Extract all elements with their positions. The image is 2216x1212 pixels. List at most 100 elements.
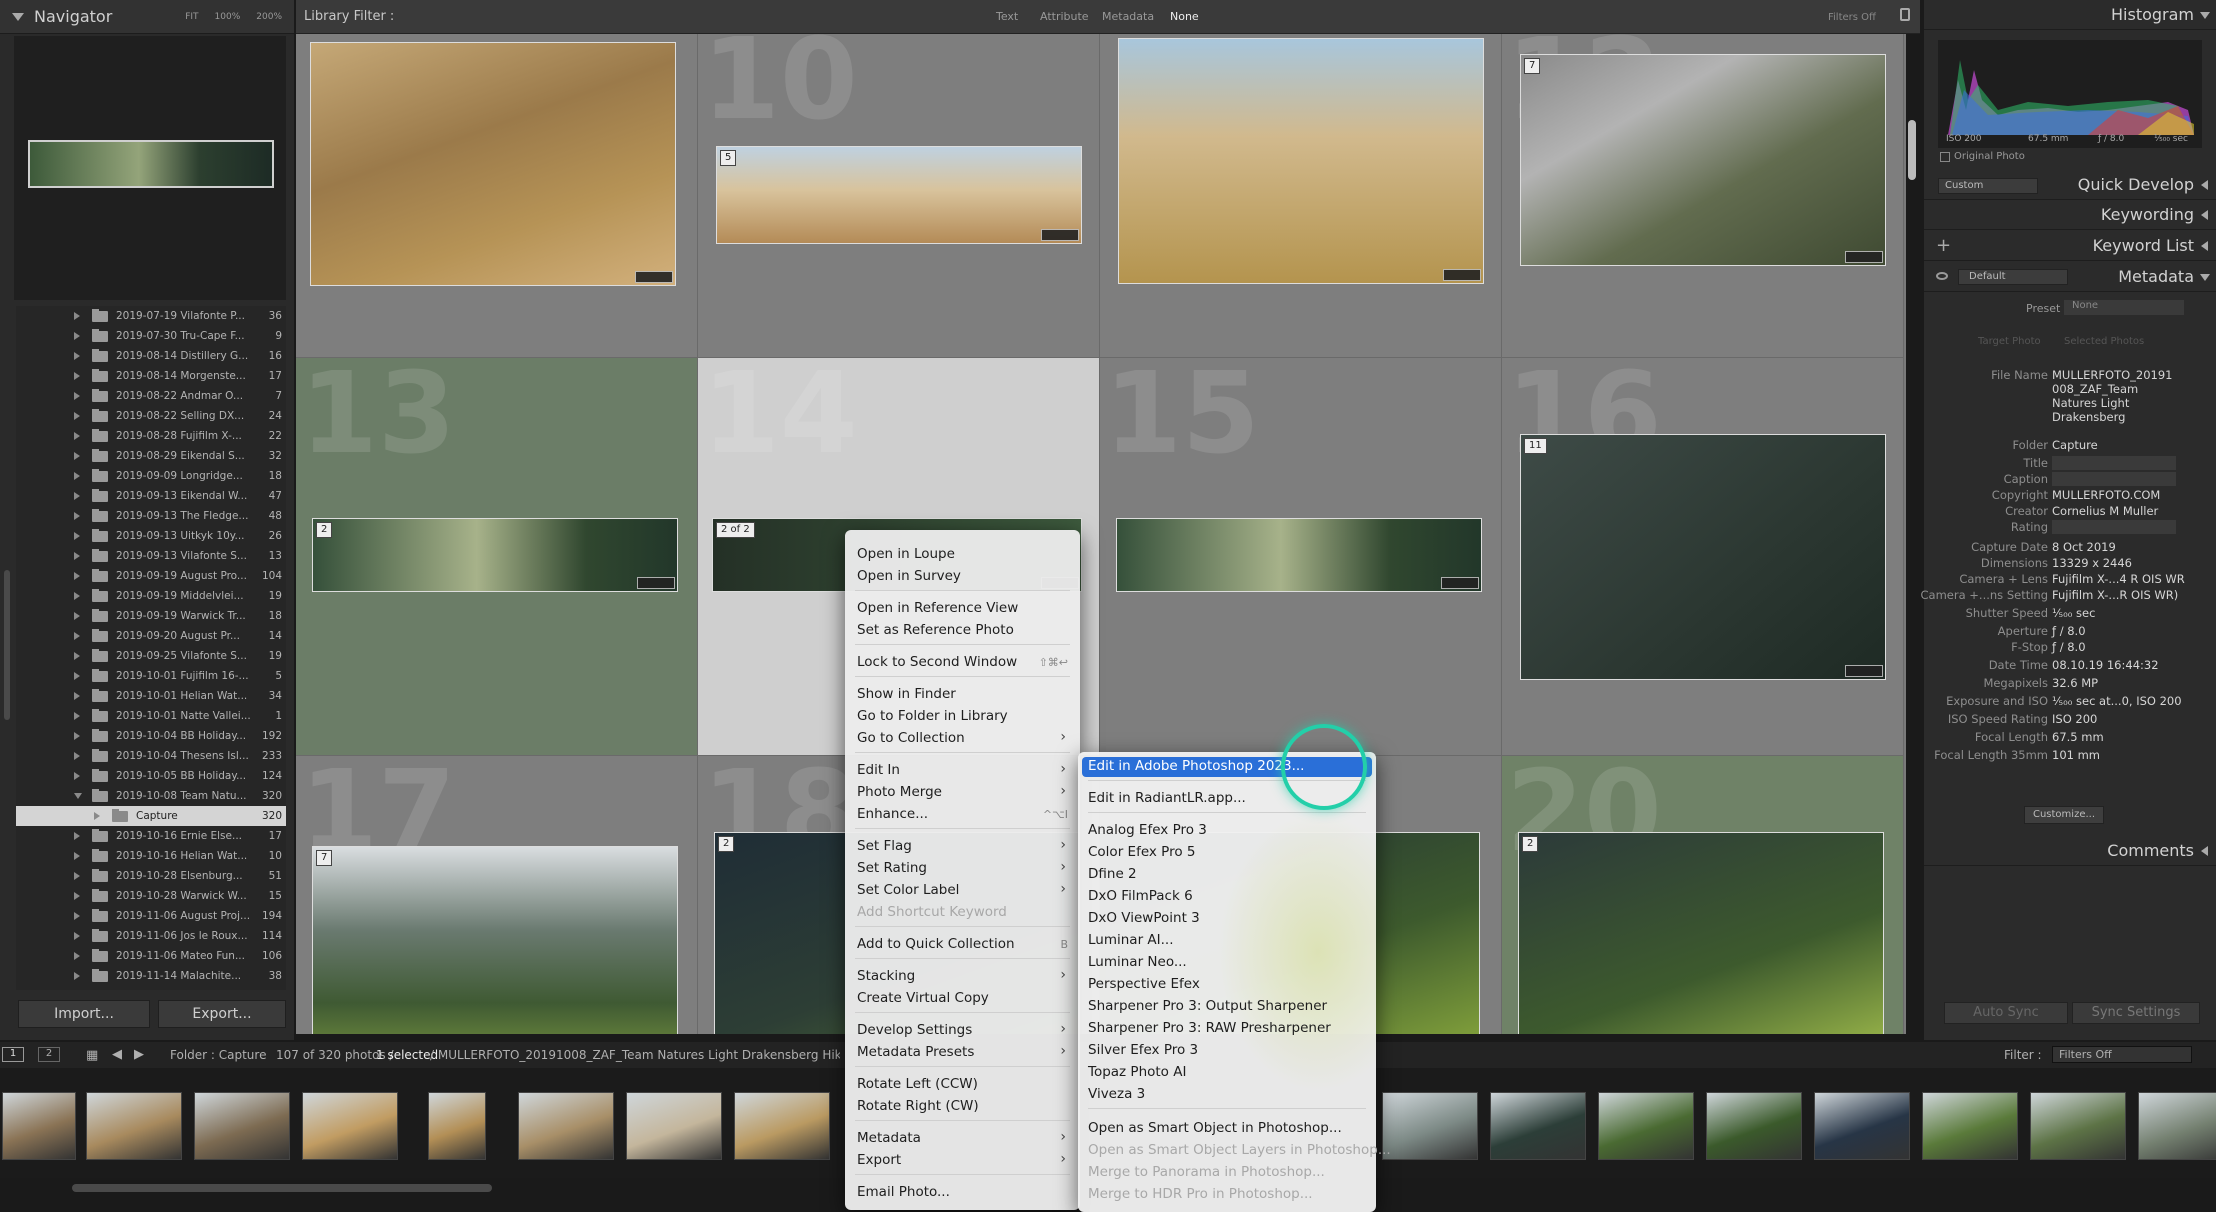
folder-row[interactable]: 2019-08-29 Eikendal S... 32: [16, 446, 286, 466]
context-menu-item[interactable]: Go to Collection: [857, 730, 965, 746]
disclosure-triangle-icon[interactable]: [74, 712, 82, 720]
thumbnail-badges-icon[interactable]: [1441, 577, 1479, 589]
disclosure-triangle-icon[interactable]: [74, 692, 82, 700]
grid-cell[interactable]: 10 5: [698, 34, 1100, 358]
folder-row[interactable]: 2019-11-06 Jos le Roux... 114: [16, 926, 286, 946]
submenu-item[interactable]: Merge to Panorama in Photoshop...: [1088, 1164, 1325, 1180]
disclosure-triangle-icon[interactable]: [74, 852, 82, 860]
histogram-header[interactable]: Histogram: [1924, 0, 2216, 30]
import-button[interactable]: Import...: [18, 1000, 150, 1028]
selected-photos-tab[interactable]: Selected Photos: [2064, 336, 2144, 347]
submenu-item[interactable]: Perspective Efex: [1088, 976, 1200, 992]
context-menu-item[interactable]: Photo Merge: [857, 784, 942, 800]
submenu-item[interactable]: Color Efex Pro 5: [1088, 844, 1195, 860]
filter-status[interactable]: Filters Off: [1828, 12, 1876, 23]
disclosure-triangle-icon[interactable]: [74, 612, 82, 620]
metadata-value[interactable]: 8 Oct 2019: [2052, 540, 2116, 554]
folder-row[interactable]: 2019-11-06 Mateo Fun... 106: [16, 946, 286, 966]
filmstrip-thumbnail[interactable]: [428, 1092, 486, 1160]
context-menu-item[interactable]: Export: [857, 1152, 901, 1168]
disclosure-triangle-icon[interactable]: [94, 812, 102, 820]
keywording-header[interactable]: Keywording: [1924, 200, 2216, 230]
metadata-preset-field[interactable]: None: [2064, 300, 2184, 315]
disclosure-triangle-icon[interactable]: [74, 512, 82, 520]
thumbnail-badges-icon[interactable]: [1041, 229, 1079, 241]
disclosure-triangle-icon[interactable]: [74, 912, 82, 920]
filter-tab-attribute[interactable]: Attribute: [1040, 10, 1089, 23]
folder-row[interactable]: 2019-10-01 Fujifilm 16-... 5: [16, 666, 286, 686]
folder-breadcrumb[interactable]: Folder : Capture: [170, 1048, 266, 1062]
thumbnail-badges-icon[interactable]: [1845, 251, 1883, 263]
disclosure-triangle-icon[interactable]: [74, 352, 82, 360]
folder-row[interactable]: 2019-10-08 Team Natu... 320: [16, 786, 286, 806]
keyword-list-header[interactable]: + Keyword List: [1924, 231, 2216, 261]
grid-cell[interactable]: [296, 34, 698, 358]
context-menu-item[interactable]: Set Rating: [857, 860, 927, 876]
navigator-preview[interactable]: [14, 36, 286, 300]
disclosure-triangle-icon[interactable]: [74, 592, 82, 600]
filmstrip-thumbnail[interactable]: [1706, 1092, 1802, 1160]
context-menu-item[interactable]: Set Color Label: [857, 882, 959, 898]
left-panel-scrollbar[interactable]: [4, 570, 10, 720]
disclosure-triangle-icon[interactable]: [74, 332, 82, 340]
photo-thumbnail[interactable]: 2: [312, 518, 678, 592]
forward-arrow-icon[interactable]: ▶: [134, 1047, 144, 1062]
add-keyword-icon[interactable]: +: [1936, 235, 1951, 256]
thumbnail-badges-icon[interactable]: [637, 577, 675, 589]
metadata-value[interactable]: Fujifilm X-...4 R OIS WR: [2052, 572, 2185, 586]
disclosure-triangle-icon[interactable]: [74, 532, 82, 540]
navigator-header[interactable]: Navigator FIT 100% 200%: [0, 0, 294, 34]
thumbnail-badges-icon[interactable]: [1845, 665, 1883, 677]
context-menu-item[interactable]: Stacking: [857, 968, 915, 984]
folder-row[interactable]: 2019-09-13 Vilafonte S... 13: [16, 546, 286, 566]
folder-row[interactable]: 2019-09-19 Warwick Tr... 18: [16, 606, 286, 626]
disclosure-triangle-icon[interactable]: [74, 752, 82, 760]
folder-row[interactable]: 2019-09-25 Vilafonte S... 19: [16, 646, 286, 666]
disclosure-triangle-icon[interactable]: [74, 652, 82, 660]
metadata-header[interactable]: Default Metadata: [1924, 262, 2216, 292]
disclosure-triangle-icon[interactable]: [74, 432, 82, 440]
submenu-item[interactable]: Open as Smart Object in Photoshop...: [1088, 1120, 1342, 1136]
expand-arrow-icon[interactable]: [2201, 241, 2208, 251]
grid-cell[interactable]: 20 2: [1502, 756, 1904, 1034]
submenu-item[interactable]: Sharpener Pro 3: Output Sharpener: [1088, 998, 1327, 1014]
grid-cell[interactable]: 13 2: [296, 358, 698, 756]
folder-row[interactable]: 2019-08-22 Andmar O... 7: [16, 386, 286, 406]
back-arrow-icon[interactable]: ◀: [112, 1047, 122, 1062]
metadata-value[interactable]: Cornelius M Muller: [2052, 504, 2158, 518]
context-menu-item[interactable]: Lock to Second Window: [857, 654, 1017, 670]
metadata-value[interactable]: ƒ / 8.0: [2052, 624, 2086, 638]
filmstrip-scrollbar[interactable]: [72, 1184, 492, 1192]
context-menu-item[interactable]: Set as Reference Photo: [857, 622, 1014, 638]
filmstrip-thumbnail[interactable]: [626, 1092, 722, 1160]
context-menu-item[interactable]: Open in Survey: [857, 568, 961, 584]
disclosure-triangle-icon[interactable]: [74, 372, 82, 380]
grid-cell[interactable]: [1100, 34, 1502, 358]
filmstrip-thumbnail[interactable]: [2030, 1092, 2126, 1160]
disclosure-triangle-icon[interactable]: [74, 632, 82, 640]
window-1-button[interactable]: 1: [2, 1047, 24, 1062]
folder-row[interactable]: 2019-07-19 Vilafonte P... 36: [16, 306, 286, 326]
folder-row[interactable]: 2019-10-04 BB Holiday... 192: [16, 726, 286, 746]
metadata-value[interactable]: 67.5 mm: [2052, 730, 2104, 744]
collapse-triangle-icon[interactable]: [12, 12, 24, 21]
folder-row[interactable]: 2019-09-19 August Pro... 104: [16, 566, 286, 586]
metadata-value[interactable]: 08.10.19 16:44:32: [2052, 658, 2159, 672]
context-menu-item[interactable]: Metadata: [857, 1130, 921, 1146]
metadata-preset-select[interactable]: Default: [1958, 269, 2068, 285]
photo-thumbnail[interactable]: 7: [312, 846, 678, 1034]
submenu-item[interactable]: Silver Efex Pro 3: [1088, 1042, 1198, 1058]
export-button[interactable]: Export...: [158, 1000, 286, 1028]
grid-scrollbar[interactable]: [1908, 120, 1916, 180]
disclosure-triangle-icon[interactable]: [74, 492, 82, 500]
metadata-value[interactable]: 008_ZAF_Team: [2052, 382, 2138, 396]
zoom-fit[interactable]: FIT: [185, 12, 198, 22]
original-photo-checkbox[interactable]: [1940, 152, 1950, 162]
context-menu-item[interactable]: Set Flag: [857, 838, 912, 854]
metadata-value[interactable]: 101 mm: [2052, 748, 2100, 762]
submenu-item[interactable]: Luminar Neo...: [1088, 954, 1187, 970]
photo-thumbnail[interactable]: 2: [1518, 832, 1884, 1034]
disclosure-triangle-icon[interactable]: [74, 452, 82, 460]
expand-arrow-icon[interactable]: [2201, 846, 2208, 856]
filter-tab-text[interactable]: Text: [996, 10, 1018, 23]
